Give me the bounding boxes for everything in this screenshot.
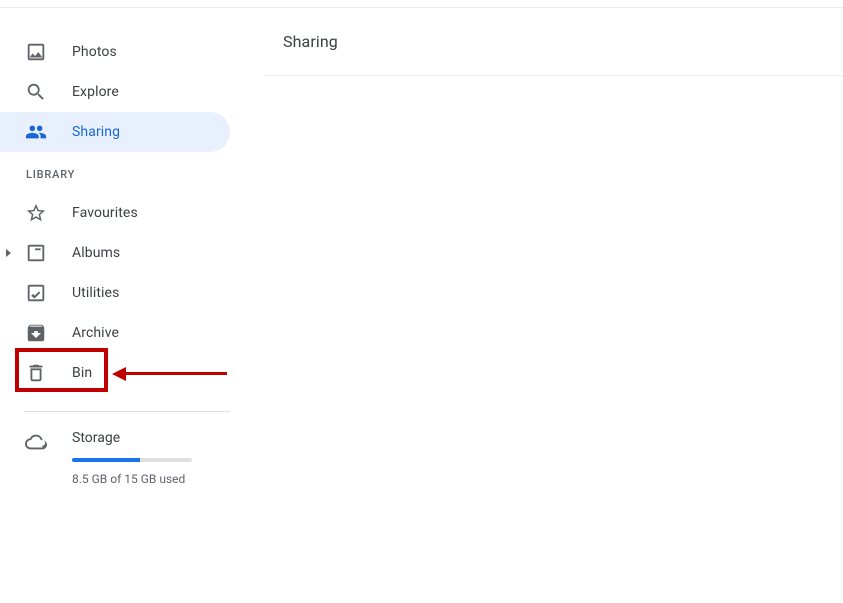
storage-label: Storage xyxy=(72,430,192,446)
storage-bar xyxy=(72,458,192,462)
archive-icon xyxy=(24,321,48,345)
main-divider xyxy=(265,75,843,76)
star-icon xyxy=(24,201,48,225)
sidebar-item-archive[interactable]: Archive xyxy=(0,313,230,353)
sidebar-item-label: Albums xyxy=(72,245,120,261)
storage-used-text: 8.5 GB of 15 GB used xyxy=(72,472,192,486)
chevron-right-icon[interactable] xyxy=(6,249,11,257)
sidebar-item-label: Bin xyxy=(72,365,92,381)
trash-icon xyxy=(24,361,48,385)
sidebar-item-label: Archive xyxy=(72,325,119,341)
main-content: Sharing xyxy=(265,8,843,603)
utilities-icon xyxy=(24,281,48,305)
sidebar-item-label: Sharing xyxy=(72,124,120,140)
cloud-icon xyxy=(24,430,48,454)
library-header: LIBRARY xyxy=(0,152,265,193)
sidebar-item-explore[interactable]: Explore xyxy=(0,72,230,112)
photos-icon xyxy=(24,40,48,64)
search-icon xyxy=(24,80,48,104)
album-icon xyxy=(24,241,48,265)
storage-body: Storage 8.5 GB of 15 GB used xyxy=(72,430,192,486)
storage-bar-fill xyxy=(72,458,140,462)
storage-section[interactable]: Storage 8.5 GB of 15 GB used xyxy=(0,430,265,486)
sidebar-item-utilities[interactable]: Utilities xyxy=(0,273,230,313)
sidebar-item-favourites[interactable]: Favourites xyxy=(0,193,230,233)
sidebar-item-photos[interactable]: Photos xyxy=(0,32,230,72)
sidebar: Photos Explore Sharing LIBRARY Favourite… xyxy=(0,8,265,603)
page-title: Sharing xyxy=(283,32,843,75)
sidebar-item-albums[interactable]: Albums xyxy=(0,233,230,273)
sidebar-item-label: Explore xyxy=(72,84,119,100)
people-icon xyxy=(24,120,48,144)
sidebar-item-label: Favourites xyxy=(72,205,138,221)
sidebar-item-label: Photos xyxy=(72,44,117,60)
divider xyxy=(24,411,230,412)
sidebar-item-sharing[interactable]: Sharing xyxy=(0,112,230,152)
sidebar-item-bin[interactable]: Bin xyxy=(0,353,230,393)
sidebar-item-label: Utilities xyxy=(72,285,119,301)
top-border xyxy=(0,0,843,8)
